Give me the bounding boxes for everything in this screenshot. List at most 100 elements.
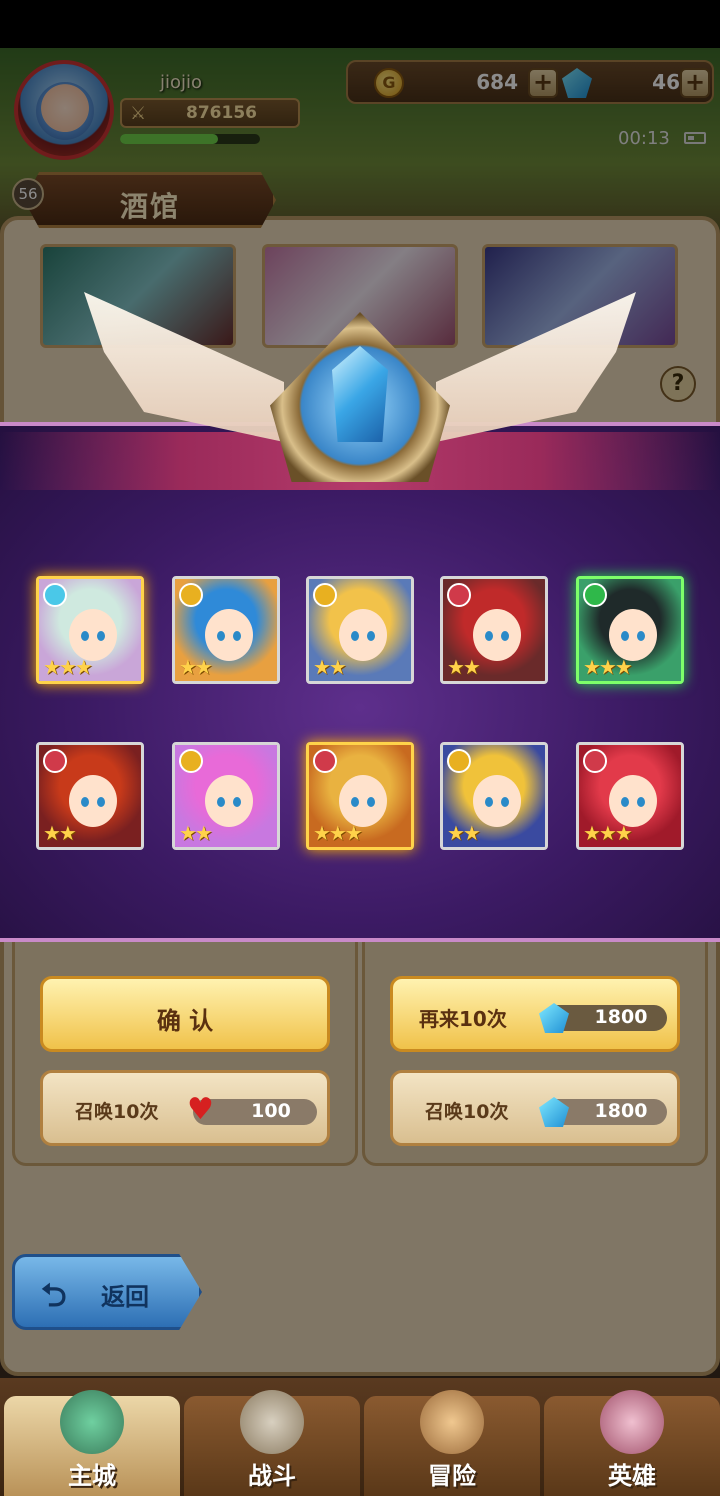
- hero-star-rating: ★★: [179, 655, 213, 679]
- hero-eye: [233, 797, 241, 807]
- confirm-button[interactable]: 确 认: [40, 976, 330, 1052]
- power-bar: ⚔ 876156: [120, 98, 300, 128]
- gold-coin-icon: G: [374, 68, 404, 98]
- hero-face: [339, 609, 387, 661]
- summon-again-label: 再来10次: [419, 1007, 507, 1031]
- hero-eye: [621, 631, 629, 641]
- hero-face: [205, 609, 253, 661]
- summon-again-button[interactable]: 再来10次 1800: [390, 976, 680, 1052]
- hearts-cost-pill: ♥ 100: [187, 1095, 317, 1125]
- experience-bar: [120, 134, 260, 144]
- hero-star-rating: ★★★: [43, 655, 93, 679]
- hero-face: [69, 775, 117, 827]
- hero-result-card[interactable]: ★★: [306, 576, 414, 684]
- power-value: 876156: [186, 103, 257, 123]
- hero-star-rating: ★★★: [583, 655, 633, 679]
- gold-amount: 684: [476, 70, 518, 94]
- crossed-swords-icon: ⚔: [130, 103, 147, 124]
- hero-result-card[interactable]: ★★: [172, 576, 280, 684]
- crest-frame: [270, 312, 450, 482]
- red-faction-icon: [313, 749, 337, 773]
- hero-eye: [621, 797, 629, 807]
- nav-label: 战斗: [248, 1462, 296, 1490]
- avatar-portrait: [36, 82, 94, 140]
- hero-eye: [217, 797, 225, 807]
- hero-eye: [97, 631, 105, 641]
- summon-success-overlay: 召唤成功 ★★★★★★★★★★★★★★★★★★★★★★★★: [0, 422, 720, 942]
- player-level-badge: 56: [12, 178, 44, 210]
- hero-result-card[interactable]: ★★★: [306, 742, 414, 850]
- hero-eye: [97, 797, 105, 807]
- hero-eye: [233, 631, 241, 641]
- hero-eye: [217, 631, 225, 641]
- help-icon[interactable]: ?: [660, 366, 696, 402]
- battery-icon: [684, 132, 706, 144]
- hero-eye: [501, 797, 509, 807]
- crossed-swords-icon: [240, 1390, 304, 1454]
- hero-eye: [485, 631, 493, 641]
- hero-helmet-icon: [600, 1390, 664, 1454]
- summon-emblem: [84, 292, 636, 482]
- gems-cost-pill: 1800: [539, 1097, 667, 1127]
- hero-result-card[interactable]: ★★: [440, 742, 548, 850]
- nav-main-city[interactable]: 主城: [4, 1390, 180, 1496]
- diamond-icon: [539, 1097, 569, 1127]
- back-button[interactable]: ⮌ 返回: [12, 1254, 202, 1330]
- light-faction-icon: [43, 583, 67, 607]
- summon-again-cost-pill: 1800: [539, 1003, 667, 1033]
- summon-10-label: 召唤10次: [75, 1101, 159, 1123]
- hero-star-rating: ★★: [43, 821, 77, 845]
- yellow-faction-icon: [179, 583, 203, 607]
- hero-eye: [81, 797, 89, 807]
- hero-eye: [637, 797, 645, 807]
- resource-panel: G 684 + 46 +: [346, 60, 714, 104]
- hero-result-card[interactable]: ★★★: [576, 742, 684, 850]
- hero-star-rating: ★★★: [583, 821, 633, 845]
- hero-eye: [637, 631, 645, 641]
- player-avatar[interactable]: [14, 60, 114, 160]
- hero-result-card[interactable]: ★★: [172, 742, 280, 850]
- hero-star-rating: ★★: [447, 655, 481, 679]
- crystal-icon: [332, 346, 388, 442]
- hero-eye: [485, 797, 493, 807]
- nav-adventure[interactable]: 冒险: [364, 1390, 540, 1496]
- yellow-faction-icon: [447, 749, 471, 773]
- player-name: jiojio: [160, 72, 203, 93]
- nav-label: 英雄: [608, 1462, 656, 1490]
- nav-battle[interactable]: 战斗: [184, 1390, 360, 1496]
- scroll-map-icon: [420, 1390, 484, 1454]
- back-button-label: 返回: [101, 1283, 149, 1311]
- bottom-navigation: 主城 战斗 冒险 英雄: [0, 1378, 720, 1496]
- diamond-icon: [562, 68, 592, 98]
- hero-result-card[interactable]: ★★★: [36, 576, 144, 684]
- hero-face: [609, 609, 657, 661]
- return-arrow-icon: ⮌: [41, 1276, 67, 1314]
- hero-result-card[interactable]: ★★: [36, 742, 144, 850]
- summon-10-hearts-button[interactable]: 召唤10次 ♥ 100: [40, 1070, 330, 1146]
- summon-10-gems-button[interactable]: 召唤10次 1800: [390, 1070, 680, 1146]
- hero-star-rating: ★★: [447, 821, 481, 845]
- gems-cost: 1800: [594, 1100, 648, 1122]
- system-status-bar: [0, 0, 720, 48]
- hero-result-card[interactable]: ★★: [440, 576, 548, 684]
- hero-eye: [351, 797, 359, 807]
- hero-face: [69, 609, 117, 661]
- hero-face: [609, 775, 657, 827]
- nav-heroes[interactable]: 英雄: [544, 1390, 720, 1496]
- hero-result-card[interactable]: ★★★: [576, 576, 684, 684]
- red-faction-icon: [583, 749, 607, 773]
- summon-10-gems-label: 召唤10次: [425, 1101, 509, 1123]
- hero-star-rating: ★★: [179, 821, 213, 845]
- red-faction-icon: [43, 749, 67, 773]
- hero-star-rating: ★★★: [313, 821, 363, 845]
- hero-eye: [501, 631, 509, 641]
- hero-eye: [81, 631, 89, 641]
- tavern-title: 酒馆: [119, 190, 180, 223]
- hero-face: [205, 775, 253, 827]
- yellow-faction-icon: [179, 749, 203, 773]
- hero-eye: [351, 631, 359, 641]
- add-gold-button[interactable]: +: [528, 68, 558, 98]
- tavern-title-tab: 酒馆: [24, 172, 276, 228]
- add-gems-button[interactable]: +: [680, 68, 710, 98]
- hero-eye: [367, 631, 375, 641]
